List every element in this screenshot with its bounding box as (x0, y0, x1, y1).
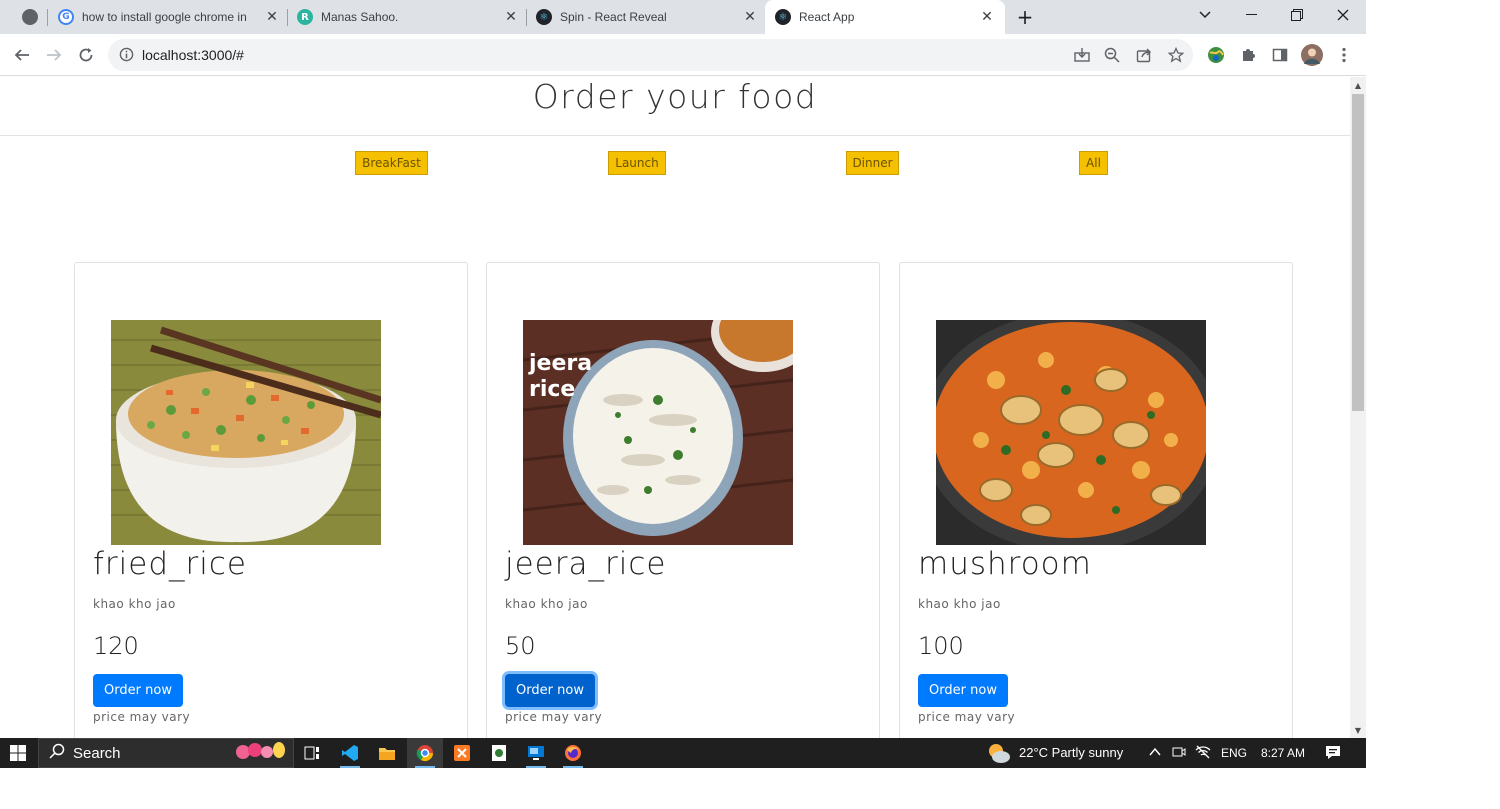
network-disconnected-icon[interactable] (1195, 745, 1211, 764)
weather-partly-sunny-icon[interactable] (986, 741, 1012, 768)
scroll-thumb[interactable] (1352, 94, 1364, 411)
menu-kebab-icon[interactable] (1332, 43, 1356, 67)
flowers-decoration-icon (235, 740, 287, 767)
search-label: Search (73, 744, 121, 762)
close-tab-icon[interactable]: ✕ (503, 9, 519, 25)
minimize-button[interactable] (1228, 0, 1274, 30)
notifications-icon[interactable] (1325, 745, 1341, 765)
food-price: 120 (93, 632, 139, 660)
tab-title: how to install google chrome in (82, 10, 247, 24)
close-window-button[interactable] (1320, 0, 1366, 30)
tab-search-button[interactable] (18, 0, 42, 34)
food-card: fried_rice khao kho jao 120 Order now pr… (74, 262, 468, 738)
clock-time[interactable]: 8:27 AM (1261, 746, 1305, 760)
new-tab-button[interactable]: + (1013, 0, 1037, 34)
tab-list-chevron-icon[interactable] (1182, 0, 1228, 30)
tab-spin-react-reveal[interactable]: ⚛ Spin - React Reveal ✕ (536, 0, 758, 34)
filter-launch-button[interactable]: Launch (608, 151, 666, 175)
reload-icon[interactable] (74, 43, 98, 67)
profile-avatar[interactable] (1300, 43, 1324, 67)
extension-globe-icon[interactable] (1204, 43, 1228, 67)
close-tab-icon[interactable]: ✕ (742, 9, 758, 25)
vertical-scrollbar[interactable]: ▲ ▼ (1350, 77, 1366, 738)
food-description: khao kho jao (505, 597, 588, 611)
xampp-icon[interactable] (444, 738, 480, 768)
weather-text[interactable]: 22°C Partly sunny (1019, 745, 1123, 760)
react-icon: ⚛ (536, 9, 552, 25)
food-name: jeera_rice (505, 546, 667, 582)
tab-manas-sahoo[interactable]: R Manas Sahoo. ✕ (297, 0, 519, 34)
share-icon[interactable] (1132, 43, 1156, 67)
price-note: price may vary (918, 710, 1016, 724)
jeera-rice-image: jeera rice (523, 320, 793, 545)
close-tab-icon[interactable]: ✕ (979, 9, 995, 25)
page-title: Order your food (532, 77, 818, 116)
globe-icon (22, 9, 38, 25)
windows-taskbar: Search 22°C Partly sunny ENG 8:27 AM (0, 738, 1366, 768)
forward-arrow-icon[interactable] (42, 43, 66, 67)
filter-dinner-button[interactable]: Dinner (846, 151, 899, 175)
tab-title: React App (799, 10, 855, 24)
language-indicator[interactable]: ENG (1221, 746, 1247, 760)
filter-breakfast-button[interactable]: BreakFast (355, 151, 428, 175)
page-viewport: Order your food BreakFast Launch Dinner … (0, 77, 1350, 738)
close-tab-icon[interactable]: ✕ (264, 9, 280, 25)
google-icon: G (58, 9, 74, 25)
install-app-icon[interactable] (1070, 43, 1094, 67)
scroll-up-arrow-icon[interactable]: ▲ (1350, 77, 1366, 93)
back-arrow-icon[interactable] (10, 43, 34, 67)
remote-desktop-icon[interactable] (518, 738, 554, 768)
order-now-button[interactable]: Order now (505, 674, 595, 707)
tab-title: Spin - React Reveal (560, 10, 667, 24)
address-bar[interactable]: localhost:3000/# (108, 39, 1193, 71)
notepad-icon[interactable] (481, 738, 517, 768)
side-panel-icon[interactable] (1268, 43, 1292, 67)
screen: G how to install google chrome in ✕ R Ma… (0, 0, 1366, 768)
vscode-icon[interactable] (332, 738, 368, 768)
bookmark-star-icon[interactable] (1164, 43, 1188, 67)
taskbar-search-box[interactable]: Search (38, 738, 294, 768)
food-description: khao kho jao (918, 597, 1001, 611)
r-letter-icon: R (297, 9, 313, 25)
file-explorer-icon[interactable] (369, 738, 405, 768)
site-info-icon[interactable] (119, 47, 134, 66)
food-name: fried_rice (93, 546, 247, 582)
food-name: mushroom (918, 546, 1092, 582)
fried-rice-image (111, 320, 381, 545)
windows-start-icon[interactable] (0, 738, 36, 768)
price-note: price may vary (93, 710, 191, 724)
url-text: localhost:3000/# (142, 47, 244, 63)
order-now-button[interactable]: Order now (93, 674, 183, 707)
search-icon (49, 743, 65, 764)
tab-strip: G how to install google chrome in ✕ R Ma… (0, 0, 1366, 34)
food-card: mushroom khao kho jao 100 Order now pric… (899, 262, 1293, 738)
food-description: khao kho jao (93, 597, 176, 611)
scroll-down-arrow-icon[interactable]: ▼ (1350, 722, 1366, 738)
food-price: 50 (505, 632, 536, 660)
show-hidden-icons-chevron-icon[interactable] (1148, 745, 1162, 764)
firefox-icon[interactable] (555, 738, 591, 768)
tab-google-search[interactable]: G how to install google chrome in ✕ (58, 0, 280, 34)
meet-camera-icon[interactable] (1172, 745, 1186, 764)
zoom-out-icon[interactable] (1100, 43, 1124, 67)
filter-all-button[interactable]: All (1079, 151, 1108, 175)
title-divider (0, 135, 1350, 136)
order-now-button[interactable]: Order now (918, 674, 1008, 707)
restore-button[interactable] (1274, 0, 1320, 30)
extensions-puzzle-icon[interactable] (1236, 43, 1260, 67)
tab-react-app[interactable]: ⚛ React App ✕ (765, 0, 1005, 34)
react-icon: ⚛ (775, 9, 791, 25)
price-note: price may vary (505, 710, 603, 724)
tab-title: Manas Sahoo. (321, 10, 399, 24)
task-view-icon[interactable] (294, 738, 330, 768)
food-price: 100 (918, 632, 964, 660)
food-card: jeera rice jeera_rice khao kho jao 50 Ord… (486, 262, 880, 738)
browser-toolbar: localhost:3000/# (0, 34, 1366, 76)
mushroom-image (936, 320, 1206, 545)
chrome-icon[interactable] (407, 738, 443, 768)
